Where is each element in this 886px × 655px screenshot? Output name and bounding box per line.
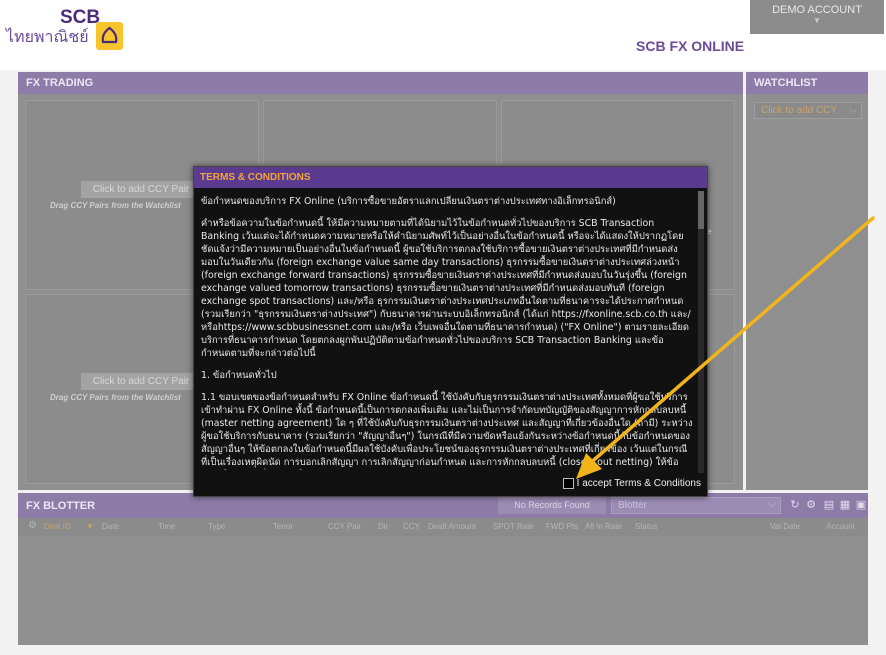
watchlist-add-ccy-select[interactable]: Click to add CCY ⌵ xyxy=(754,102,862,119)
column-header[interactable]: SPOT Rate xyxy=(493,522,534,531)
sort-desc-icon[interactable]: ▼ xyxy=(86,522,94,531)
watchlist-title: WATCHLIST xyxy=(746,72,868,94)
terms-paragraph: ข้อกำหนดของบริการ FX Online (บริการซื้อข… xyxy=(201,196,616,207)
gear-icon[interactable]: ⚙ xyxy=(28,520,37,531)
column-header[interactable]: Val Date xyxy=(770,522,800,531)
fx-blotter-panel: FX BLOTTER No Records Found Blotter ⌵ ↻ … xyxy=(18,493,868,645)
column-header[interactable]: Time xyxy=(158,522,175,531)
column-header[interactable]: Date xyxy=(102,522,119,531)
add-ccy-pair-button[interactable]: Click to add CCY Pair xyxy=(81,181,201,198)
scb-logo-icon xyxy=(96,22,123,50)
column-header[interactable]: Deal ID xyxy=(44,522,71,531)
demo-account-button[interactable]: DEMO ACCOUNT ▼ xyxy=(750,0,884,34)
column-header[interactable]: CCY Pair xyxy=(328,522,361,531)
logo-text-th: ไทยพาณิชย์ xyxy=(6,27,89,46)
add-ccy-pair-button[interactable]: Click to add CCY Pair xyxy=(81,373,201,390)
drag-hint: Drag CCY Pairs from the Watchlist xyxy=(50,201,181,210)
column-header[interactable]: Status xyxy=(635,522,658,531)
column-header[interactable]: Dir xyxy=(378,522,388,531)
watchlist-select-label: Click to add CCY xyxy=(761,105,838,116)
chevron-down-icon: ⌵ xyxy=(849,105,857,116)
column-header[interactable]: Type xyxy=(208,522,225,531)
demo-account-label: DEMO ACCOUNT xyxy=(772,4,862,16)
fx-trading-title: FX TRADING xyxy=(18,72,743,94)
column-header[interactable]: Tenor xyxy=(273,522,293,531)
app-header: SCB ไทยพาณิชย์ SCB FX ONLINE DEMO ACCOUN… xyxy=(0,0,886,70)
app-title: SCB FX ONLINE xyxy=(636,38,745,54)
blotter-column-header: ⚙ Deal ID ▼ Date Time Type Tenor CCY Pai… xyxy=(18,518,868,536)
column-header[interactable]: Dealt Amount xyxy=(428,522,476,531)
annotation-arrow-icon xyxy=(576,216,875,479)
column-header[interactable]: All In Rate xyxy=(585,522,622,531)
column-header[interactable]: CCY xyxy=(403,522,420,531)
column-header[interactable]: FWD Pts xyxy=(546,522,578,531)
drag-hint: Drag CCY Pairs from the Watchlist xyxy=(50,393,181,402)
chevron-down-icon: ▼ xyxy=(813,16,821,25)
column-header[interactable]: Account xyxy=(826,522,855,531)
modal-title: TERMS & CONDITIONS xyxy=(194,167,707,188)
